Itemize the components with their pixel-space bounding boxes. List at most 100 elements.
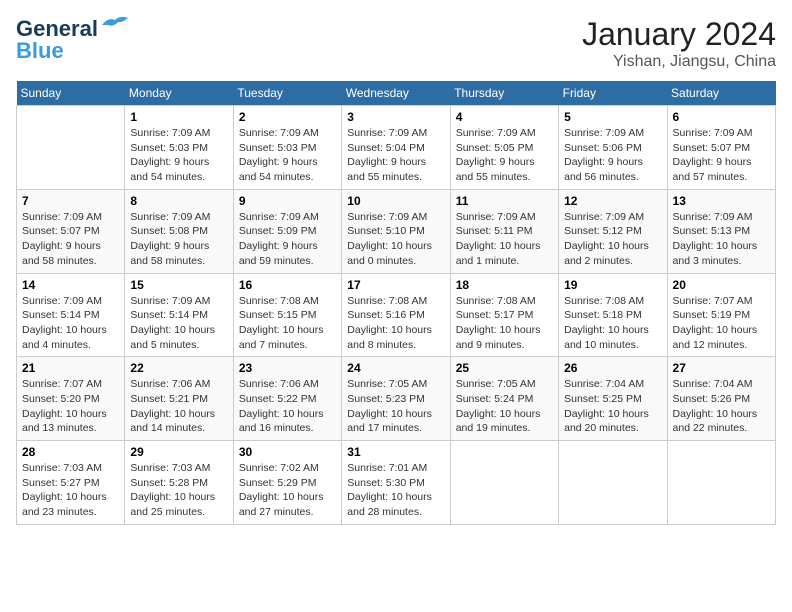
calendar-cell: 21 Sunrise: 7:07 AMSunset: 5:20 PMDayligh… — [17, 357, 125, 441]
calendar-cell: 31Sunrise: 7:01 AMSunset: 5:30 PMDayligh… — [342, 441, 450, 525]
calendar-cell: 15Sunrise: 7:09 AMSunset: 5:14 PMDayligh… — [125, 273, 233, 357]
day-number: 26 — [564, 361, 661, 375]
day-info: Sunrise: 7:08 AMSunset: 5:18 PMDaylight:… — [564, 294, 661, 353]
calendar-cell: 6 Sunrise: 7:09 AMSunset: 5:07 PMDaylight… — [667, 106, 775, 190]
calendar-cell — [667, 441, 775, 525]
week-row-5: 28 Sunrise: 7:03 AMSunset: 5:27 PMDayligh… — [17, 441, 776, 525]
day-number: 2 — [239, 110, 336, 124]
week-row-3: 14Sunrise: 7:09 AMSunset: 5:14 PMDayligh… — [17, 273, 776, 357]
day-info: Sunrise: 7:09 AMSunset: 5:13 PMDaylight:… — [673, 210, 770, 269]
calendar-cell: 22 Sunrise: 7:06 AMSunset: 5:21 PMDayligh… — [125, 357, 233, 441]
day-info: Sunrise: 7:09 AMSunset: 5:03 PMDaylight:… — [239, 126, 336, 185]
day-info: Sunrise: 7:09 AMSunset: 5:07 PMDaylight:… — [22, 210, 119, 269]
day-number: 25 — [456, 361, 553, 375]
calendar-cell: 1 Sunrise: 7:09 AMSunset: 5:03 PMDaylight… — [125, 106, 233, 190]
month-title: January 2024 — [582, 16, 776, 53]
day-number: 12 — [564, 194, 661, 208]
calendar-cell — [559, 441, 667, 525]
day-info: Sunrise: 7:09 AMSunset: 5:08 PMDaylight:… — [130, 210, 227, 269]
calendar-cell: 2 Sunrise: 7:09 AMSunset: 5:03 PMDaylight… — [233, 106, 341, 190]
day-info: Sunrise: 7:07 AMSunset: 5:20 PMDaylight:… — [22, 377, 119, 436]
weekday-header-thursday: Thursday — [450, 81, 558, 106]
calendar-cell: 3 Sunrise: 7:09 AMSunset: 5:04 PMDaylight… — [342, 106, 450, 190]
day-number: 20 — [673, 278, 770, 292]
day-info: Sunrise: 7:03 AMSunset: 5:27 PMDaylight:… — [22, 461, 119, 520]
calendar-cell: 14Sunrise: 7:09 AMSunset: 5:14 PMDayligh… — [17, 273, 125, 357]
day-number: 1 — [130, 110, 227, 124]
page-header: General Blue January 2024 Yishan, Jiangs… — [16, 16, 776, 71]
day-number: 9 — [239, 194, 336, 208]
day-info: Sunrise: 7:04 AMSunset: 5:25 PMDaylight:… — [564, 377, 661, 436]
weekday-header-friday: Friday — [559, 81, 667, 106]
day-info: Sunrise: 7:09 AMSunset: 5:14 PMDaylight:… — [22, 294, 119, 353]
calendar-cell — [450, 441, 558, 525]
week-row-2: 7 Sunrise: 7:09 AMSunset: 5:07 PMDaylight… — [17, 189, 776, 273]
calendar-cell: 20 Sunrise: 7:07 AMSunset: 5:19 PMDayligh… — [667, 273, 775, 357]
day-info: Sunrise: 7:09 AMSunset: 5:06 PMDaylight:… — [564, 126, 661, 185]
day-info: Sunrise: 7:09 AMSunset: 5:14 PMDaylight:… — [130, 294, 227, 353]
calendar-cell: 25 Sunrise: 7:05 AMSunset: 5:24 PMDayligh… — [450, 357, 558, 441]
calendar-cell: 17 Sunrise: 7:08 AMSunset: 5:16 PMDayligh… — [342, 273, 450, 357]
day-info: Sunrise: 7:08 AMSunset: 5:15 PMDaylight:… — [239, 294, 336, 353]
day-info: Sunrise: 7:02 AMSunset: 5:29 PMDaylight:… — [239, 461, 336, 520]
day-info: Sunrise: 7:06 AMSunset: 5:21 PMDaylight:… — [130, 377, 227, 436]
day-number: 13 — [673, 194, 770, 208]
day-info: Sunrise: 7:06 AMSunset: 5:22 PMDaylight:… — [239, 377, 336, 436]
day-number: 11 — [456, 194, 553, 208]
calendar-cell: 26 Sunrise: 7:04 AMSunset: 5:25 PMDayligh… — [559, 357, 667, 441]
day-info: Sunrise: 7:09 AMSunset: 5:10 PMDaylight:… — [347, 210, 444, 269]
calendar-table: SundayMondayTuesdayWednesdayThursdayFrid… — [16, 81, 776, 525]
day-info: Sunrise: 7:09 AMSunset: 5:09 PMDaylight:… — [239, 210, 336, 269]
calendar-cell: 16 Sunrise: 7:08 AMSunset: 5:15 PMDayligh… — [233, 273, 341, 357]
week-row-4: 21 Sunrise: 7:07 AMSunset: 5:20 PMDayligh… — [17, 357, 776, 441]
logo-blue-text: Blue — [16, 38, 64, 64]
location-title: Yishan, Jiangsu, China — [582, 53, 776, 71]
day-info: Sunrise: 7:08 AMSunset: 5:16 PMDaylight:… — [347, 294, 444, 353]
day-info: Sunrise: 7:04 AMSunset: 5:26 PMDaylight:… — [673, 377, 770, 436]
title-block: January 2024 Yishan, Jiangsu, China — [582, 16, 776, 71]
day-info: Sunrise: 7:08 AMSunset: 5:17 PMDaylight:… — [456, 294, 553, 353]
day-info: Sunrise: 7:09 AMSunset: 5:05 PMDaylight:… — [456, 126, 553, 185]
day-number: 24 — [347, 361, 444, 375]
weekday-header-saturday: Saturday — [667, 81, 775, 106]
day-number: 21 — [22, 361, 119, 375]
day-number: 3 — [347, 110, 444, 124]
day-number: 31 — [347, 445, 444, 459]
calendar-cell: 27 Sunrise: 7:04 AMSunset: 5:26 PMDayligh… — [667, 357, 775, 441]
day-number: 28 — [22, 445, 119, 459]
day-number: 17 — [347, 278, 444, 292]
day-number: 4 — [456, 110, 553, 124]
day-number: 10 — [347, 194, 444, 208]
day-info: Sunrise: 7:05 AMSunset: 5:23 PMDaylight:… — [347, 377, 444, 436]
day-info: Sunrise: 7:05 AMSunset: 5:24 PMDaylight:… — [456, 377, 553, 436]
calendar-cell: 28 Sunrise: 7:03 AMSunset: 5:27 PMDayligh… — [17, 441, 125, 525]
weekday-header-row: SundayMondayTuesdayWednesdayThursdayFrid… — [17, 81, 776, 106]
day-number: 7 — [22, 194, 119, 208]
logo: General Blue — [16, 16, 130, 64]
calendar-cell — [17, 106, 125, 190]
day-info: Sunrise: 7:09 AMSunset: 5:11 PMDaylight:… — [456, 210, 553, 269]
day-number: 22 — [130, 361, 227, 375]
day-number: 27 — [673, 361, 770, 375]
day-info: Sunrise: 7:09 AMSunset: 5:07 PMDaylight:… — [673, 126, 770, 185]
day-info: Sunrise: 7:09 AMSunset: 5:12 PMDaylight:… — [564, 210, 661, 269]
day-info: Sunrise: 7:03 AMSunset: 5:28 PMDaylight:… — [130, 461, 227, 520]
week-row-1: 1 Sunrise: 7:09 AMSunset: 5:03 PMDaylight… — [17, 106, 776, 190]
day-number: 5 — [564, 110, 661, 124]
day-number: 18 — [456, 278, 553, 292]
day-info: Sunrise: 7:07 AMSunset: 5:19 PMDaylight:… — [673, 294, 770, 353]
logo-bird-icon — [100, 15, 130, 35]
day-info: Sunrise: 7:09 AMSunset: 5:03 PMDaylight:… — [130, 126, 227, 185]
calendar-cell: 4 Sunrise: 7:09 AMSunset: 5:05 PMDaylight… — [450, 106, 558, 190]
calendar-cell: 10 Sunrise: 7:09 AMSunset: 5:10 PMDayligh… — [342, 189, 450, 273]
weekday-header-sunday: Sunday — [17, 81, 125, 106]
calendar-cell: 29Sunrise: 7:03 AMSunset: 5:28 PMDayligh… — [125, 441, 233, 525]
day-info: Sunrise: 7:09 AMSunset: 5:04 PMDaylight:… — [347, 126, 444, 185]
calendar-cell: 24 Sunrise: 7:05 AMSunset: 5:23 PMDayligh… — [342, 357, 450, 441]
calendar-cell: 23Sunrise: 7:06 AMSunset: 5:22 PMDayligh… — [233, 357, 341, 441]
day-number: 16 — [239, 278, 336, 292]
calendar-cell: 12 Sunrise: 7:09 AMSunset: 5:12 PMDayligh… — [559, 189, 667, 273]
day-number: 30 — [239, 445, 336, 459]
calendar-cell: 18 Sunrise: 7:08 AMSunset: 5:17 PMDayligh… — [450, 273, 558, 357]
day-number: 6 — [673, 110, 770, 124]
